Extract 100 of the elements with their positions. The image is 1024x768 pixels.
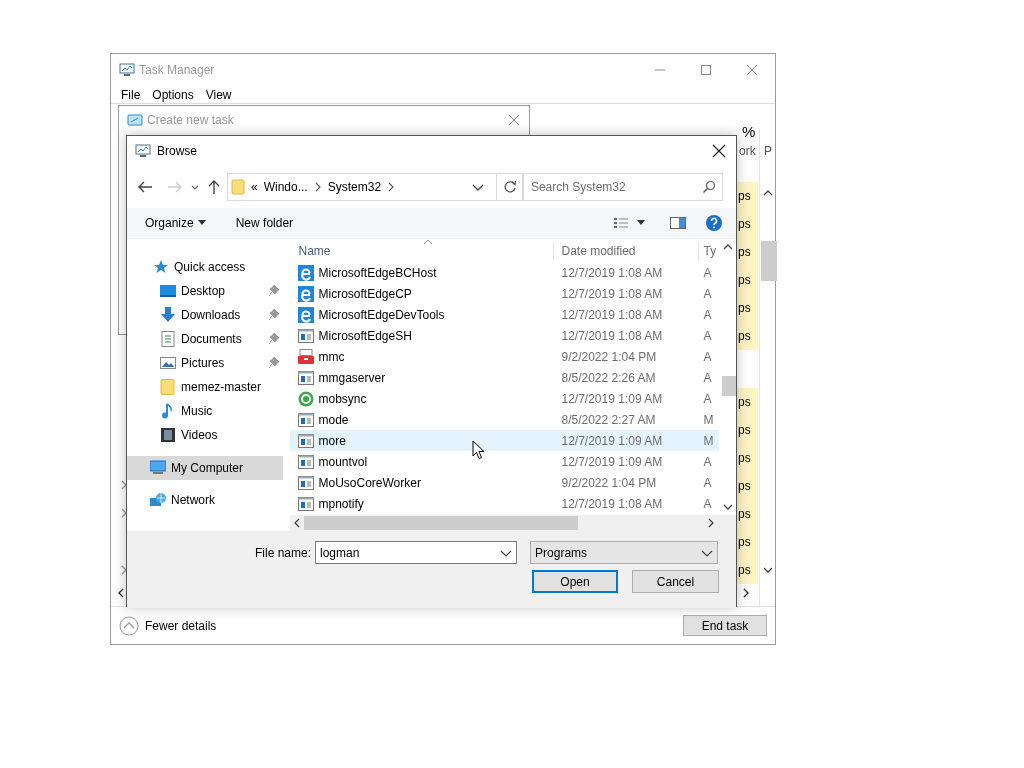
help-icon[interactable] [706, 215, 722, 231]
type-cell-text: A [702, 285, 713, 303]
search-field[interactable]: Search System32 [522, 173, 723, 201]
file-row[interactable]: mountvol 12/7/2019 1:09 AM A [290, 451, 720, 472]
nav-item[interactable]: Desktop [127, 279, 284, 303]
type-cell-text: A [702, 348, 713, 366]
nav-item[interactable]: Network [127, 488, 284, 512]
type-cell-text: A [702, 327, 713, 345]
caret-icon[interactable] [637, 220, 645, 226]
file-name: mountvol [318, 453, 368, 471]
edge-icon [298, 285, 315, 302]
chevron-icon[interactable] [387, 182, 396, 192]
column-header[interactable]: ork [739, 142, 756, 160]
table-cell: ps [737, 322, 758, 350]
file-row[interactable]: mobsync 12/7/2019 1:09 AM A [290, 388, 720, 409]
menu-item[interactable]: Options [146, 85, 200, 104]
scroll-down-icon[interactable] [723, 502, 733, 512]
file-type-dropdown[interactable]: Programs [530, 541, 719, 564]
nav-item[interactable]: memez-master [127, 375, 284, 399]
file-row[interactable]: mmgaserver 8/5/2022 2:26 AM A [290, 367, 720, 388]
table-cell: ps [737, 266, 758, 294]
up-icon[interactable] [207, 179, 221, 195]
caret-icon[interactable] [197, 220, 206, 226]
file-name: MicrosoftEdgeSH [318, 327, 412, 345]
chart-icon [119, 62, 135, 78]
application-icon [298, 432, 315, 449]
nav-item[interactable]: Videos [127, 423, 284, 447]
close-icon[interactable] [712, 144, 726, 158]
toolbox-icon [298, 348, 315, 365]
file-row[interactable]: mode 8/5/2022 2:27 AM M [290, 409, 720, 430]
scroll-down-icon[interactable] [763, 565, 773, 575]
refresh-icon[interactable] [502, 180, 517, 194]
file-row[interactable]: MicrosoftEdgeDevTools 12/7/2019 1:08 AM A [290, 304, 720, 325]
file-name-field[interactable]: logman [315, 541, 518, 564]
type-cell-text: M [702, 432, 715, 450]
scrollbar-thumb[interactable] [722, 376, 736, 396]
file-row[interactable]: MicrosoftEdgeSH 12/7/2019 1:08 AM A [290, 325, 720, 346]
menu-item[interactable]: File [115, 85, 147, 104]
file-row[interactable]: MicrosoftEdgeCP 12/7/2019 1:08 AM A [290, 283, 720, 304]
cursor-icon [472, 440, 486, 460]
overflow-chevron[interactable]: « [251, 178, 258, 196]
date-cell-text: 12/7/2019 1:08 AM [560, 285, 664, 303]
menu-item[interactable]: View [199, 85, 238, 104]
date-cell-text: 12/7/2019 1:08 AM [560, 264, 664, 282]
breadcrumb-item[interactable]: Windo... [263, 178, 308, 196]
date-cell-text: 12/7/2019 1:08 AM [560, 327, 664, 345]
file-row[interactable]: MoUsoCoreWorker 9/2/2022 1:04 PM A [290, 472, 720, 493]
table-cell: ps [737, 238, 758, 266]
table-cell: ps [737, 556, 758, 584]
scrollbar-thumb[interactable] [761, 241, 777, 281]
column-header[interactable]: % [742, 121, 756, 144]
table-cell: ps [737, 528, 758, 556]
date-column-header[interactable]: Date modified [554, 242, 700, 260]
table-cell: ps [737, 472, 758, 500]
scroll-right-icon[interactable] [741, 588, 751, 598]
type-cell-text: A [702, 390, 713, 408]
preview-pane-icon[interactable] [670, 216, 686, 230]
nav-item[interactable]: Downloads [127, 303, 284, 327]
scrollbar-thumb[interactable] [304, 516, 579, 530]
maximize-icon[interactable] [700, 64, 712, 76]
nav-item[interactable]: Documents [127, 327, 284, 351]
table-cell: ps [737, 210, 758, 238]
scroll-left-icon[interactable] [116, 588, 126, 598]
date-cell-text: 8/5/2022 2:27 AM [560, 411, 657, 429]
end-task-button[interactable]: End task [683, 615, 767, 636]
date-cell-text: 9/2/2022 1:04 PM [560, 474, 658, 492]
new-folder-button[interactable]: New folder [235, 214, 294, 232]
nav-item[interactable]: Pictures [127, 351, 284, 375]
file-row[interactable]: mpnotify 12/7/2019 1:08 AM A [290, 493, 720, 514]
folder-icon [231, 179, 245, 195]
documents-icon [160, 331, 176, 347]
folder-icon [160, 379, 176, 395]
scroll-right-icon[interactable] [706, 518, 716, 528]
organize-menu[interactable]: Organize [145, 214, 194, 232]
nav-item[interactable]: Quick access [127, 255, 284, 279]
nav-item[interactable]: Music [127, 399, 284, 423]
view-icon[interactable] [613, 216, 629, 230]
file-row[interactable]: more 12/7/2019 1:09 AM M [290, 430, 720, 451]
column-header[interactable]: P [764, 142, 772, 160]
file-name: mmgaserver [318, 369, 386, 387]
name-column-header[interactable]: Name [290, 242, 555, 260]
back-icon[interactable] [137, 180, 153, 194]
dropdown-icon[interactable] [472, 182, 485, 192]
nav-item[interactable]: My Computer [127, 456, 284, 480]
search-placeholder: Search System32 [530, 179, 626, 196]
breadcrumb-item[interactable]: System32 [327, 178, 382, 196]
file-row[interactable]: mmc 9/2/2022 1:04 PM A [290, 346, 720, 367]
collapse-icon[interactable] [119, 615, 139, 636]
type-column-header[interactable]: Ty [699, 242, 720, 260]
scroll-up-icon[interactable] [723, 242, 733, 252]
file-row[interactable]: MicrosoftEdgeBCHost 12/7/2019 1:08 AM A [290, 262, 720, 283]
address-bar[interactable]: « Windo... System32 [227, 173, 498, 201]
chevron-icon[interactable] [313, 182, 322, 192]
details-toggle-link[interactable]: Fewer details [145, 616, 217, 635]
date-cell-text: 12/7/2019 1:09 AM [560, 432, 664, 450]
type-cell-text: A [702, 453, 713, 471]
open-button[interactable]: Open [532, 570, 618, 593]
scroll-up-icon[interactable] [763, 188, 773, 198]
cancel-button[interactable]: Cancel [632, 570, 719, 593]
file-name: mobsync [318, 390, 367, 408]
